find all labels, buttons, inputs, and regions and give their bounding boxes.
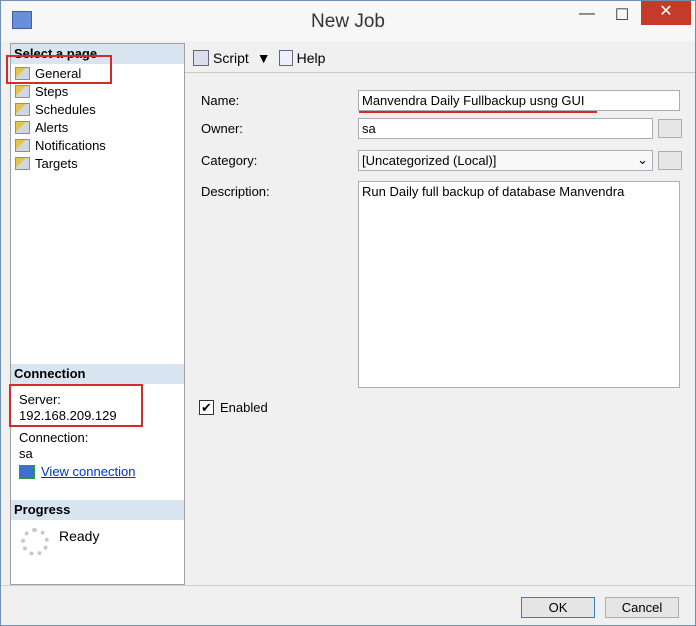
owner-label: Owner: [201, 121, 243, 136]
left-panel: Select a page General Steps Schedules Alert… [10, 43, 185, 585]
toolbar: Script ▼ Help [185, 43, 695, 73]
sidebar-item-label: Steps [35, 83, 69, 99]
progress-spinner-icon [21, 528, 49, 556]
help-button[interactable]: Help [297, 50, 326, 66]
close-button[interactable]: ✕ [641, 1, 691, 25]
dialog-footer: OK Cancel [1, 585, 695, 625]
sidebar-item-label: Targets [35, 155, 78, 171]
sidebar-item-notifications[interactable]: Notifications [11, 136, 184, 154]
highlight-server [9, 384, 143, 427]
category-select[interactable]: [Uncategorized (Local)] ⌄ [358, 150, 653, 171]
page-icon [15, 156, 30, 170]
category-label: Category: [201, 153, 258, 168]
chevron-down-icon: ⌄ [637, 152, 648, 167]
script-button[interactable]: Script [213, 50, 249, 66]
sidebar-item-label: Notifications [35, 137, 106, 153]
script-icon [193, 49, 209, 66]
new-job-dialog: New Job — ☐ ✕ Select a page General Steps… [0, 0, 696, 626]
view-connection-link[interactable]: View connection [41, 464, 135, 480]
description-label: Description: [201, 184, 270, 199]
sidebar-item-steps[interactable]: Steps [11, 82, 184, 100]
sidebar-item-schedules[interactable]: Schedules [11, 100, 184, 118]
name-label: Name: [201, 93, 240, 108]
page-icon [15, 84, 30, 98]
highlight-general [6, 55, 112, 84]
owner-input[interactable]: sa [358, 118, 653, 139]
sidebar-item-alerts[interactable]: Alerts [11, 118, 184, 136]
name-underline [359, 111, 597, 113]
page-icon [15, 120, 30, 134]
ok-button[interactable]: OK [521, 597, 595, 618]
title-bar: New Job — ☐ ✕ [1, 1, 695, 41]
cancel-button[interactable]: Cancel [605, 597, 679, 618]
connection-icon [19, 465, 35, 479]
description-textarea[interactable]: Run Daily full backup of database Manven… [358, 181, 680, 388]
page-icon [15, 138, 30, 152]
progress-header: Progress [11, 500, 184, 520]
category-value: [Uncategorized (Local)] [362, 153, 497, 168]
script-dropdown-icon[interactable]: ▼ [257, 50, 271, 66]
minimize-button[interactable]: — [571, 5, 603, 29]
help-icon [278, 49, 293, 66]
maximize-button[interactable]: ☐ [606, 5, 638, 29]
connection-header: Connection [11, 364, 184, 384]
progress-status: Ready [59, 528, 100, 544]
owner-browse-button[interactable] [658, 119, 682, 138]
sidebar-item-label: Alerts [35, 119, 69, 135]
enabled-label: Enabled [220, 400, 268, 415]
name-input[interactable]: Manvendra Daily Fullbackup usng GUI [358, 90, 680, 111]
sidebar-item-targets[interactable]: Targets [11, 154, 184, 172]
main-panel: Script ▼ Help Name: Manvendra Daily Full… [185, 43, 695, 585]
connection-label: Connection: [19, 430, 89, 445]
category-browse-button[interactable] [658, 151, 682, 170]
sidebar-item-label: Schedules [35, 101, 96, 117]
enabled-checkbox[interactable]: ✔ [199, 400, 214, 415]
page-icon [15, 102, 30, 116]
connection-value: sa [19, 446, 33, 461]
